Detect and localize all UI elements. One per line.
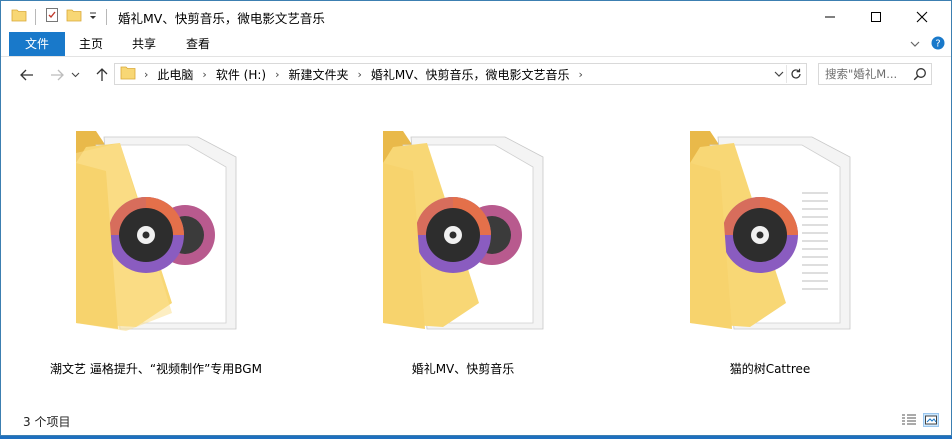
arrow-left-icon (20, 69, 33, 81)
navigation-bar: › 此电脑 › 软件 (H:) › 新建文件夹 › 婚礼MV、快剪音乐，微电影文… (1, 57, 951, 93)
window-title: 婚礼MV、快剪音乐，微电影文艺音乐 (118, 11, 325, 26)
ribbon-controls: ? (909, 36, 945, 53)
folder-item[interactable]: 潮文艺 逼格提升、“视频制作”专用BGM (36, 123, 276, 383)
ribbon-tabs: 文件 主页 共享 查看 ? (1, 32, 951, 57)
large-icons-view-icon (925, 415, 937, 425)
breadcrumb-new-folder[interactable]: 新建文件夹 (288, 66, 348, 83)
details-view-button[interactable] (901, 413, 917, 427)
arrow-right-icon (51, 69, 64, 81)
music-folder-icon (76, 131, 237, 331)
folder-item[interactable]: 婚礼MV、快剪音乐 (343, 123, 583, 383)
address-history-button[interactable] (772, 66, 786, 82)
search-box[interactable] (818, 63, 932, 85)
arrow-up-icon (96, 68, 108, 81)
breadcrumb-drive[interactable]: 软件 (H:) (216, 66, 266, 83)
tab-view[interactable]: 查看 (175, 32, 221, 56)
breadcrumb-separator-icon[interactable]: › (202, 68, 206, 81)
refresh-icon (791, 68, 801, 79)
help-icon[interactable]: ? (931, 36, 945, 53)
tab-home[interactable]: 主页 (69, 32, 113, 56)
back-button[interactable] (17, 66, 37, 84)
recent-locations-button[interactable] (69, 66, 81, 84)
tab-file[interactable]: 文件 (9, 32, 65, 56)
toolbar-separator (106, 8, 107, 25)
search-icon[interactable] (913, 67, 927, 84)
properties-icon[interactable] (44, 7, 60, 26)
minimize-button[interactable] (807, 1, 853, 32)
breadcrumb-this-pc[interactable]: 此电脑 (157, 66, 193, 83)
folder-icon (120, 65, 136, 83)
large-icons-view-button[interactable] (923, 413, 939, 427)
address-bar[interactable]: › 此电脑 › 软件 (H:) › 新建文件夹 › 婚礼MV、快剪音乐，微电影文… (114, 63, 807, 85)
music-folder-icon (383, 131, 544, 330)
breadcrumb-separator-icon[interactable]: › (578, 68, 582, 81)
breadcrumb-separator-icon[interactable]: › (144, 68, 148, 81)
music-folder-icon (690, 131, 851, 330)
file-list: 潮文艺 逼格提升、“视频制作”专用BGM 婚礼MV、快剪音乐 猫的树Cattre… (1, 93, 951, 405)
toolbar-separator (35, 8, 36, 25)
svg-text:?: ? (935, 39, 940, 50)
status-bar: 3 个项目 (1, 405, 951, 435)
folder-icon (11, 7, 27, 26)
refresh-button[interactable] (786, 65, 805, 83)
folder-label[interactable]: 猫的树Cattree (640, 360, 900, 377)
customize-toolbar-chevron-icon[interactable] (88, 10, 98, 24)
close-button[interactable] (899, 1, 945, 32)
close-icon (916, 11, 928, 22)
new-folder-icon[interactable] (66, 7, 82, 26)
maximize-button[interactable] (853, 1, 899, 32)
maximize-icon (871, 11, 881, 22)
folder-label[interactable]: 婚礼MV、快剪音乐 (333, 360, 593, 377)
minimize-icon (825, 16, 835, 17)
expand-ribbon-chevron-icon[interactable] (909, 38, 921, 52)
details-view-icon (902, 414, 916, 425)
quick-access-toolbar (11, 7, 109, 26)
breadcrumb-separator-icon[interactable]: › (275, 68, 279, 81)
up-button[interactable] (92, 66, 112, 84)
search-input[interactable] (825, 66, 913, 82)
folder-item[interactable]: 猫的树Cattree (650, 123, 890, 383)
title-bar: 婚礼MV、快剪音乐，微电影文艺音乐 (1, 1, 951, 32)
breadcrumb-current-folder[interactable]: 婚礼MV、快剪音乐，微电影文艺音乐 (371, 66, 570, 83)
explorer-window: 婚礼MV、快剪音乐，微电影文艺音乐 文件 主页 共享 查看 ? › 此电脑 › … (0, 0, 952, 436)
breadcrumb-separator-icon[interactable]: › (358, 68, 362, 81)
tab-share[interactable]: 共享 (121, 32, 167, 56)
folder-label[interactable]: 潮文艺 逼格提升、“视频制作”专用BGM (26, 360, 286, 377)
item-count: 3 个项目 (23, 415, 71, 429)
chevron-down-icon (774, 71, 784, 77)
chevron-down-icon (71, 72, 79, 78)
forward-button[interactable] (47, 66, 67, 84)
